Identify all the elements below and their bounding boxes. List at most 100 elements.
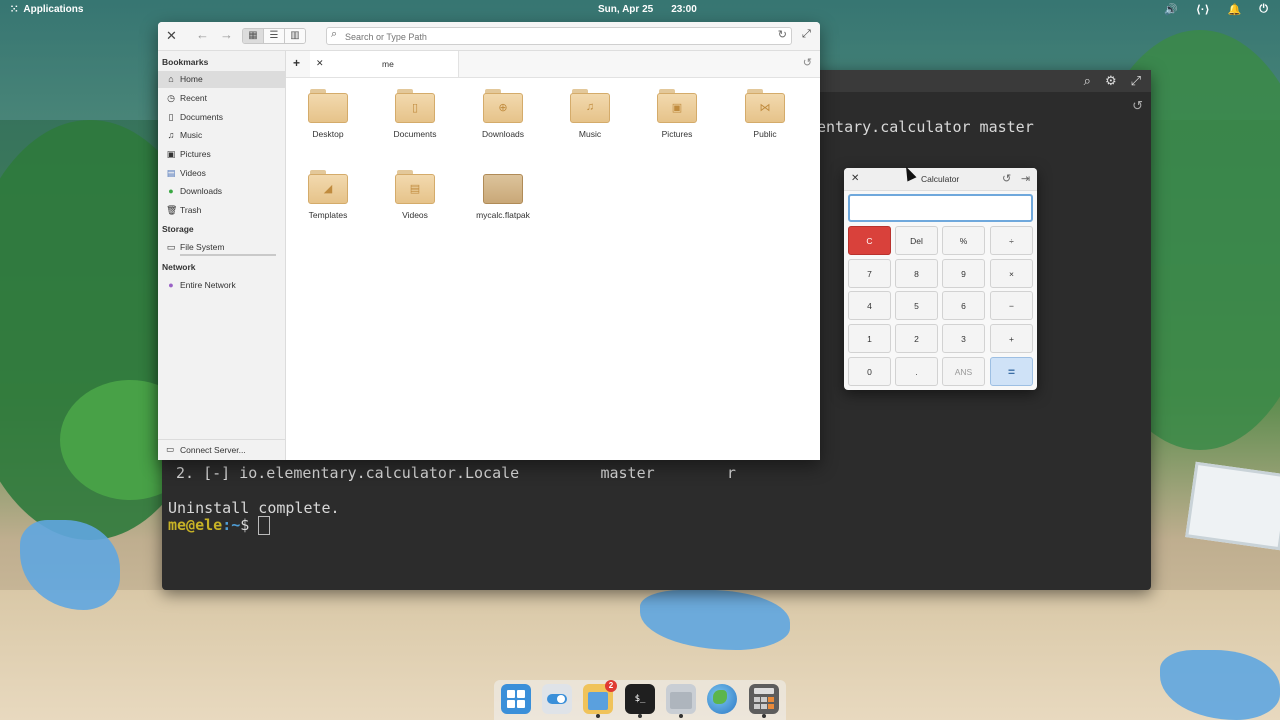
extended-mode-icon[interactable]: ⇥ <box>1021 172 1030 185</box>
close-icon[interactable]: ✕ <box>166 28 177 44</box>
sidebar-item-entire-network[interactable]: ● Entire Network <box>158 277 285 294</box>
dock: 2 $_ <box>494 680 786 720</box>
digit-6-button[interactable]: 6 <box>942 291 985 320</box>
terminal-glyph: $_ <box>634 694 646 704</box>
folder-icon <box>308 89 348 123</box>
digit-3-button[interactable]: 3 <box>942 324 985 353</box>
terminal-text: Uninstall complete. <box>168 499 340 517</box>
applications-label: Applications <box>23 4 84 15</box>
digit-2-button[interactable]: 2 <box>895 324 938 353</box>
file-item-mycalc-flatpak[interactable]: mycalc.flatpak <box>468 170 538 220</box>
prompt-user: me@ele <box>168 516 223 534</box>
file-item-templates[interactable]: ◢ Templates <box>293 170 363 220</box>
sidebar-item-music[interactable]: ♫ Music <box>158 127 285 144</box>
terminal-icon[interactable]: $_ <box>625 684 655 718</box>
subtract-button[interactable]: − <box>990 291 1033 320</box>
sidebar-item-pictures[interactable]: ▣ Pictures <box>158 146 285 163</box>
tab-me[interactable]: ✕ me <box>310 51 459 77</box>
sidebar-item-label: Documents <box>180 112 223 122</box>
divide-button[interactable]: ÷ <box>990 226 1033 255</box>
file-item-documents[interactable]: ▯ Documents <box>380 89 450 139</box>
file-name: Videos <box>402 210 428 220</box>
new-tab-icon[interactable]: + <box>293 56 300 70</box>
folder-icon: ♫ <box>570 89 610 123</box>
storage-usage-bar <box>180 254 276 256</box>
terminal-prompt[interactable]: me@ele:~$ <box>168 516 271 535</box>
list-view-icon[interactable]: ☰ <box>264 29 285 43</box>
running-indicator <box>679 714 683 718</box>
search-icon[interactable]: ⌕ <box>1084 73 1091 89</box>
digit-5-button[interactable]: 5 <box>895 291 938 320</box>
search-input[interactable] <box>343 29 767 44</box>
grid-view-icon[interactable]: ▦ <box>243 29 264 43</box>
sidebar-item-downloads[interactable]: ● Downloads <box>158 183 285 200</box>
drive-icon: ▭ <box>166 242 176 252</box>
top-panel: ⁙ Applications Sun, Apr 25 23:00 🔊 ⟨·⟩ 🔔… <box>0 0 1280 20</box>
files-icon[interactable] <box>666 684 696 718</box>
running-indicator <box>762 714 766 718</box>
time-label: 23:00 <box>671 4 697 15</box>
column-view-icon[interactable]: ▥ <box>285 29 305 43</box>
history-icon[interactable]: ↺ <box>803 56 812 69</box>
maximize-icon[interactable]: ⤢ <box>802 28 811 41</box>
decimal-point-button[interactable]: . <box>895 357 938 386</box>
multitasking-view-icon[interactable] <box>501 684 531 714</box>
history-icon[interactable]: ↺ <box>1132 98 1143 114</box>
digit-9-button[interactable]: 9 <box>942 259 985 288</box>
back-icon[interactable]: ← <box>196 27 209 42</box>
sidebar-item-videos[interactable]: ▤ Videos <box>158 165 285 182</box>
file-name: Downloads <box>481 129 525 139</box>
sidebar-item-documents[interactable]: ▯ Documents <box>158 109 285 126</box>
trash-icon: 🗑 <box>166 205 178 215</box>
files-headerbar: ✕ ← → ▦ ☰ ▥ ⌕ ↻ ⤢ <box>158 22 820 51</box>
notifications-icon[interactable]: 🔔 <box>1228 3 1242 16</box>
file-item-downloads[interactable]: ⊕ Downloads <box>468 89 538 139</box>
gear-icon[interactable]: ⚙ <box>1105 73 1117 89</box>
forward-icon[interactable]: → <box>220 27 233 42</box>
volume-icon[interactable]: 🔊 <box>1164 3 1178 16</box>
power-icon[interactable]: ⏻ <box>1259 3 1268 16</box>
add-button[interactable]: + <box>990 324 1033 353</box>
datetime-indicator[interactable]: Sun, Apr 25 23:00 <box>598 4 697 15</box>
answer-button[interactable]: ANS <box>942 357 985 386</box>
file-item-music[interactable]: ♫ Music <box>555 89 625 139</box>
calculator-icon[interactable] <box>749 684 779 718</box>
file-name: Music <box>578 129 602 139</box>
digit-7-button[interactable]: 7 <box>848 259 891 288</box>
close-tab-icon[interactable]: ✕ <box>316 58 324 69</box>
server-icon: ▭ <box>166 444 175 454</box>
sidebar-item-trash[interactable]: 🗑 Trash <box>158 202 285 219</box>
connect-server-label: Connect Server... <box>180 445 246 455</box>
text-cursor <box>258 516 271 535</box>
history-icon[interactable]: ↺ <box>1002 172 1011 185</box>
path-bar: ⌕ ↻ <box>326 27 792 45</box>
close-icon[interactable]: ✕ <box>851 173 859 184</box>
sidebar-item-home[interactable]: ⌂ Home <box>158 71 285 88</box>
file-item-desktop[interactable]: Desktop <box>293 89 363 139</box>
digit-4-button[interactable]: 4 <box>848 291 891 320</box>
fullscreen-icon[interactable]: ⤢ <box>1131 73 1141 89</box>
delete-button[interactable]: Del <box>895 226 938 255</box>
file-item-pictures[interactable]: ▣ Pictures <box>642 89 712 139</box>
applications-menu[interactable]: ⁙ Applications <box>10 4 83 15</box>
equals-button[interactable]: = <box>990 357 1033 386</box>
file-item-public[interactable]: ⋈ Public <box>730 89 800 139</box>
web-browser-icon[interactable] <box>707 684 737 714</box>
reload-icon[interactable]: ↻ <box>778 28 787 41</box>
percent-button[interactable]: % <box>942 226 985 255</box>
digit-0-button[interactable]: 0 <box>848 357 891 386</box>
digit-1-button[interactable]: 1 <box>848 324 891 353</box>
settings-icon[interactable] <box>542 684 572 714</box>
digit-8-button[interactable]: 8 <box>895 259 938 288</box>
terminal-text: entary.calculator master <box>817 118 1034 136</box>
sidebar-item-label: Recent <box>180 93 207 103</box>
sidebar-item-recent[interactable]: ◷ Recent <box>158 90 285 107</box>
appcenter-icon[interactable]: 2 <box>583 680 617 718</box>
multiply-button[interactable]: × <box>990 259 1033 288</box>
connect-server-button[interactable]: ▭ Connect Server... <box>158 439 285 460</box>
file-item-videos[interactable]: ▤ Videos <box>380 170 450 220</box>
calculator-display[interactable] <box>848 194 1033 222</box>
search-icon: ⌕ <box>331 28 338 40</box>
network-icon[interactable]: ⟨·⟩ <box>1196 3 1210 16</box>
clear-button[interactable]: C <box>848 226 891 255</box>
